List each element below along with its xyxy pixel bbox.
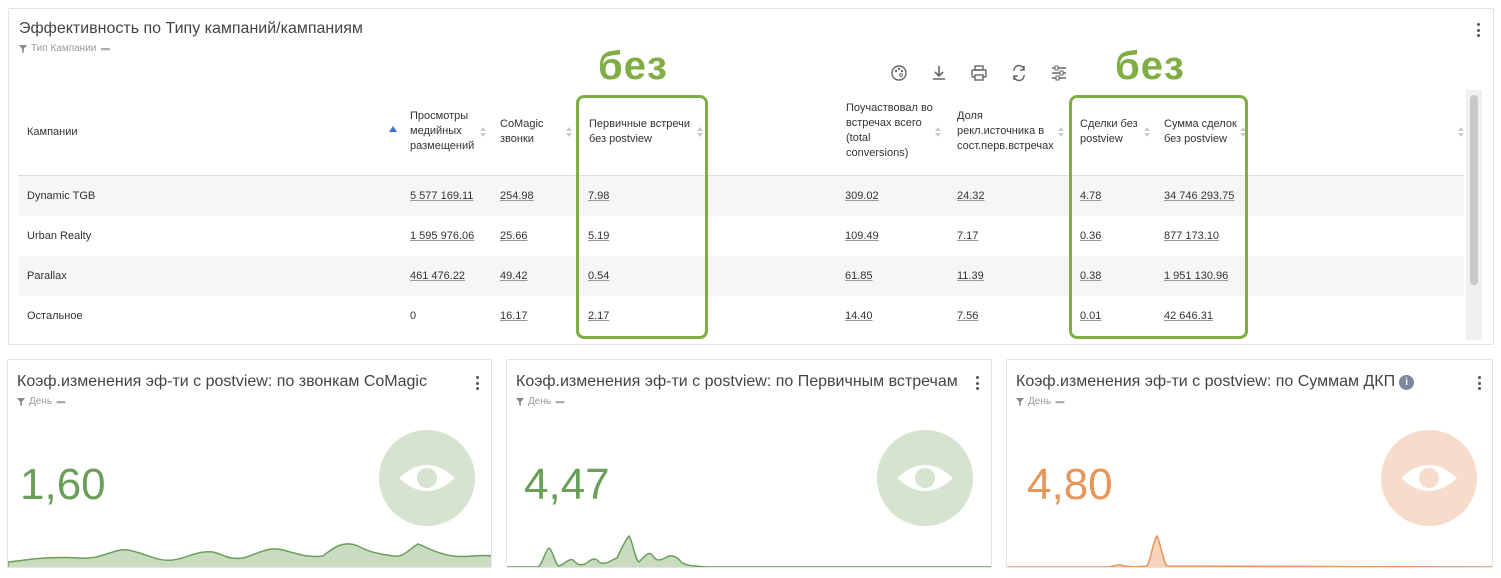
kpi-filter[interactable]: День ▪▪▪▪	[17, 396, 66, 407]
kpi-filter[interactable]: День ▪▪▪▪	[516, 396, 565, 407]
cell-total-conversions[interactable]: 109.49	[845, 216, 879, 256]
eye-circle	[1381, 430, 1477, 526]
sort-icon[interactable]	[480, 127, 486, 137]
kpi-value: 4,47	[524, 460, 610, 509]
filter-text: Тип Кампании	[31, 43, 97, 54]
filter-icon	[17, 397, 25, 406]
card-menu-icon[interactable]	[1478, 376, 1482, 390]
more-dots-icon[interactable]: ▪▪▪▪	[555, 397, 565, 407]
filter-text: День	[1028, 396, 1052, 407]
print-icon[interactable]	[970, 64, 988, 82]
annotation-bez-right: без	[1115, 44, 1185, 88]
cell-total-conversions[interactable]: 309.02	[845, 176, 879, 216]
panel-title: Эффективность по Типу кампаний/кампаниям	[19, 20, 363, 37]
col-header-campaigns[interactable]: Кампании	[27, 125, 147, 140]
cell-total-conversions[interactable]: 14.40	[845, 296, 873, 336]
info-icon[interactable]: i	[1399, 375, 1415, 390]
scrollbar-thumb[interactable]	[1470, 95, 1478, 285]
cell-share[interactable]: 7.17	[957, 216, 978, 256]
cell-calls[interactable]: 49.42	[500, 256, 528, 296]
col-header-total-conversions[interactable]: Поучаствовал во встречах всего (total co…	[846, 101, 946, 161]
cell-calls[interactable]: 16.17	[500, 296, 528, 336]
cell-views[interactable]: 5 577 169.11	[410, 176, 473, 216]
cell-campaign: Остальное	[27, 310, 83, 322]
palette-icon[interactable]	[890, 64, 908, 82]
cell-views: 0	[410, 310, 417, 322]
eye-icon	[1401, 465, 1457, 491]
cell-share[interactable]: 24.32	[957, 176, 985, 216]
cell-calls[interactable]: 254.98	[500, 176, 534, 216]
sparkline	[8, 543, 491, 567]
card-menu-icon[interactable]	[976, 376, 980, 390]
kpi-filter[interactable]: День ▪▪▪▪	[1016, 396, 1065, 407]
annotation-bez-left: без	[598, 44, 668, 88]
kpi-card-first-meetings: Коэф.изменения эф-ти с postview: по Перв…	[506, 359, 992, 568]
filter-text: День	[528, 396, 552, 407]
sort-icon[interactable]	[1058, 127, 1064, 137]
kpi-value: 4,80	[1027, 460, 1113, 509]
sort-icon[interactable]	[566, 127, 572, 137]
cell-share[interactable]: 7.56	[957, 296, 978, 336]
more-dots-icon[interactable]: ▪▪▪▪	[1055, 397, 1065, 407]
cell-views[interactable]: 461 476.22	[410, 256, 465, 296]
settings-icon[interactable]	[1050, 64, 1068, 82]
col-header-share[interactable]: Доля рекл.источника в сост.перв.встречах	[957, 109, 1067, 154]
more-dots-icon[interactable]: ▪▪▪▪	[100, 44, 110, 54]
filter-icon	[19, 44, 27, 53]
sort-icon[interactable]	[935, 127, 941, 137]
filter-text: День	[29, 396, 53, 407]
kpi-title: Коэф.изменения эф-ти с postview: по звон…	[17, 373, 427, 390]
eye-icon	[897, 465, 953, 491]
filter-label[interactable]: Тип Кампании ▪▪▪▪	[19, 43, 110, 54]
filter-icon	[516, 397, 524, 406]
sparkline	[507, 534, 991, 567]
cell-calls[interactable]: 25.66	[500, 216, 528, 256]
cell-campaign: Parallax	[27, 270, 67, 282]
card-menu-icon[interactable]	[476, 376, 480, 390]
kpi-card-deal-sums: Коэф.изменения эф-ти с postview: по Сумм…	[1006, 359, 1493, 568]
cell-total-conversions[interactable]: 61.85	[845, 256, 873, 296]
refresh-icon[interactable]	[1010, 64, 1028, 82]
col-header-views[interactable]: Просмотры медийных размещений	[410, 109, 485, 154]
kpi-card-calls: Коэф.изменения эф-ти с postview: по звон…	[7, 359, 492, 568]
sparkline	[1007, 534, 1492, 567]
eye-circle	[877, 430, 973, 526]
kpi-value: 1,60	[20, 460, 106, 509]
cell-views[interactable]: 1 595 976.06	[410, 216, 474, 256]
kpi-title: Коэф.изменения эф-ти с postview: по Сумм…	[1016, 373, 1415, 391]
sort-icon[interactable]	[1458, 127, 1464, 137]
cell-share[interactable]: 11.39	[957, 256, 984, 296]
highlight-box-first-meetings	[576, 95, 708, 339]
col-header-calls[interactable]: CoMagic звонки	[500, 117, 570, 147]
sort-asc-icon[interactable]	[389, 126, 397, 132]
kpi-title: Коэф.изменения эф-ти с postview: по Перв…	[516, 373, 958, 390]
cell-campaign: Dynamic TGB	[27, 190, 96, 202]
cell-campaign: Urban Realty	[27, 230, 92, 242]
highlight-box-deals	[1069, 95, 1248, 339]
panel-menu-icon[interactable]	[1477, 23, 1481, 37]
filter-icon	[1016, 397, 1024, 406]
download-icon[interactable]	[930, 64, 948, 82]
more-dots-icon[interactable]: ▪▪▪▪	[56, 397, 66, 407]
